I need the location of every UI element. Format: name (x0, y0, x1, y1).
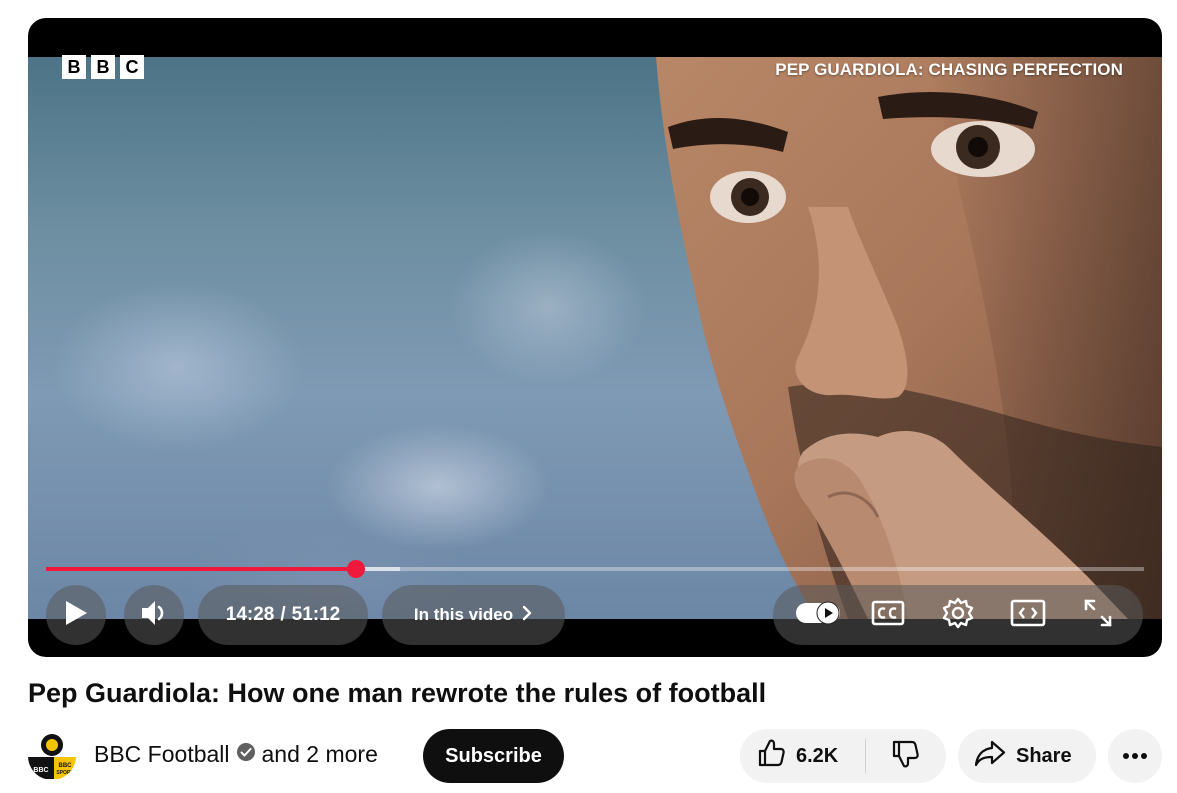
time-separator: / (280, 604, 286, 625)
share-button[interactable]: Share (958, 729, 1096, 783)
avatar-text: BBC (59, 763, 73, 769)
video-title: Pep Guardiola: How one man rewrote the r… (28, 678, 767, 708)
fullscreen-button[interactable] (1074, 591, 1122, 639)
video-frame[interactable] (28, 57, 1162, 619)
fullscreen-icon (1083, 598, 1113, 633)
like-dislike-group: 6.2K (740, 729, 946, 783)
autoplay-toggle-icon (795, 600, 841, 631)
more-dots-icon (1122, 747, 1148, 765)
miniplayer-icon (1010, 599, 1046, 632)
chevron-right-icon (521, 604, 533, 627)
play-icon (63, 599, 89, 632)
current-time: 14:28 (225, 604, 275, 625)
play-button[interactable] (46, 585, 106, 645)
captions-icon (871, 600, 905, 631)
volume-button[interactable] (124, 585, 184, 645)
avatar-text: SPORT (56, 770, 73, 776)
captions-button[interactable] (864, 591, 912, 639)
avatar-text: BBC (33, 767, 48, 774)
channel-info[interactable]: BBC Football and 2 more (94, 741, 378, 768)
share-arrow-icon (974, 739, 1006, 773)
more-actions-button[interactable] (1108, 729, 1162, 783)
video-still-image (656, 57, 1162, 619)
volume-icon (140, 598, 168, 633)
settings-button[interactable] (934, 591, 982, 639)
bbc-logo: B B C (62, 55, 144, 79)
progress-played (46, 567, 357, 571)
share-label: Share (1016, 744, 1072, 767)
like-count: 6.2K (796, 744, 839, 767)
channel-name[interactable]: BBC Football (94, 741, 230, 768)
documentary-title-overlay: PEP GUARDIOLA: CHASING PERFECTION (775, 60, 1123, 79)
logo-letter: C (120, 55, 144, 79)
like-button[interactable]: 6.2K (740, 729, 865, 783)
video-player[interactable]: B B C PEP GUARDIOLA: CHASING PERFECTION … (28, 18, 1162, 657)
verified-badge-icon (236, 741, 256, 768)
channel-avatar[interactable]: BBC BBC SPORT (28, 732, 76, 780)
time-display: 14:28 / 51:12 (198, 585, 368, 645)
duration: 51:12 (291, 604, 341, 625)
logo-letter: B (91, 55, 115, 79)
channel-collaborators[interactable]: and 2 more (262, 741, 378, 768)
settings-gear-icon (942, 597, 974, 634)
logo-letter: B (62, 55, 86, 79)
chapters-button[interactable]: In this video (382, 585, 565, 645)
subscribe-button[interactable]: Subscribe (423, 729, 564, 783)
autoplay-toggle[interactable] (794, 591, 842, 639)
thumbs-down-icon (890, 739, 920, 774)
dislike-button[interactable] (866, 729, 944, 783)
miniplayer-button[interactable] (1004, 591, 1052, 639)
chapters-label: In this video (413, 605, 514, 624)
player-right-controls (773, 585, 1143, 645)
progress-bar[interactable] (46, 560, 1144, 578)
thumbs-up-icon (756, 738, 786, 774)
